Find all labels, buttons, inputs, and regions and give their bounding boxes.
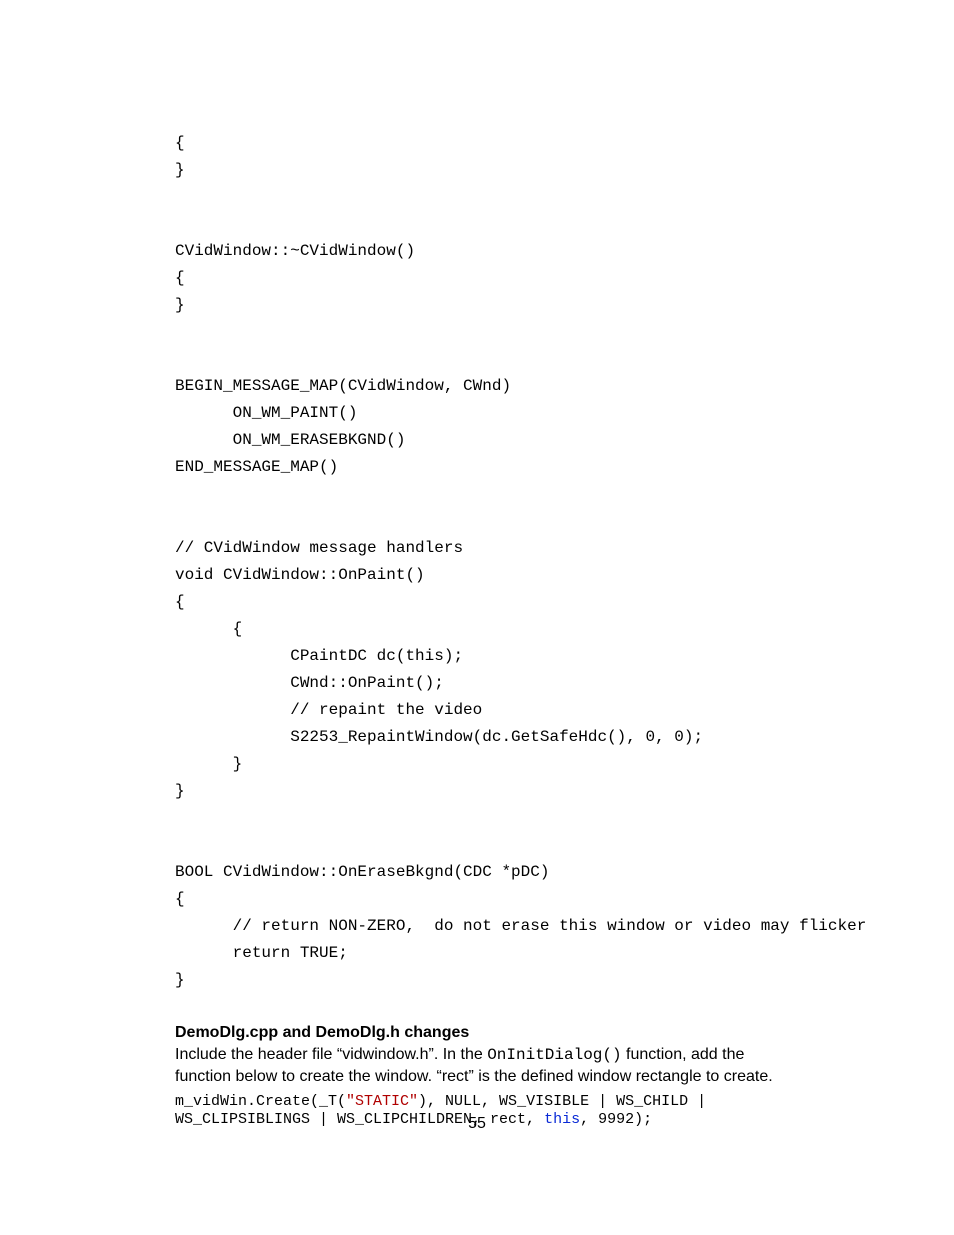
page-number: 55 bbox=[0, 1115, 954, 1133]
section-paragraph: Include the header file “vidwindow.h”. I… bbox=[175, 1044, 779, 1087]
code-block-main: { } CVidWindow::~CVidWindow() { } BEGIN_… bbox=[175, 130, 779, 994]
inline-code-oninitdialog: OnInitDialog() bbox=[487, 1046, 621, 1064]
prose-text-1: Include the header file “vidwindow.h”. I… bbox=[175, 1046, 487, 1063]
snippet-string-literal: "STATIC" bbox=[346, 1093, 418, 1110]
document-page: { } CVidWindow::~CVidWindow() { } BEGIN_… bbox=[0, 0, 954, 1235]
section-heading: DemoDlg.cpp and DemoDlg.h changes bbox=[175, 1024, 779, 1042]
snippet-part-1: m_vidWin.Create(_T( bbox=[175, 1093, 346, 1110]
